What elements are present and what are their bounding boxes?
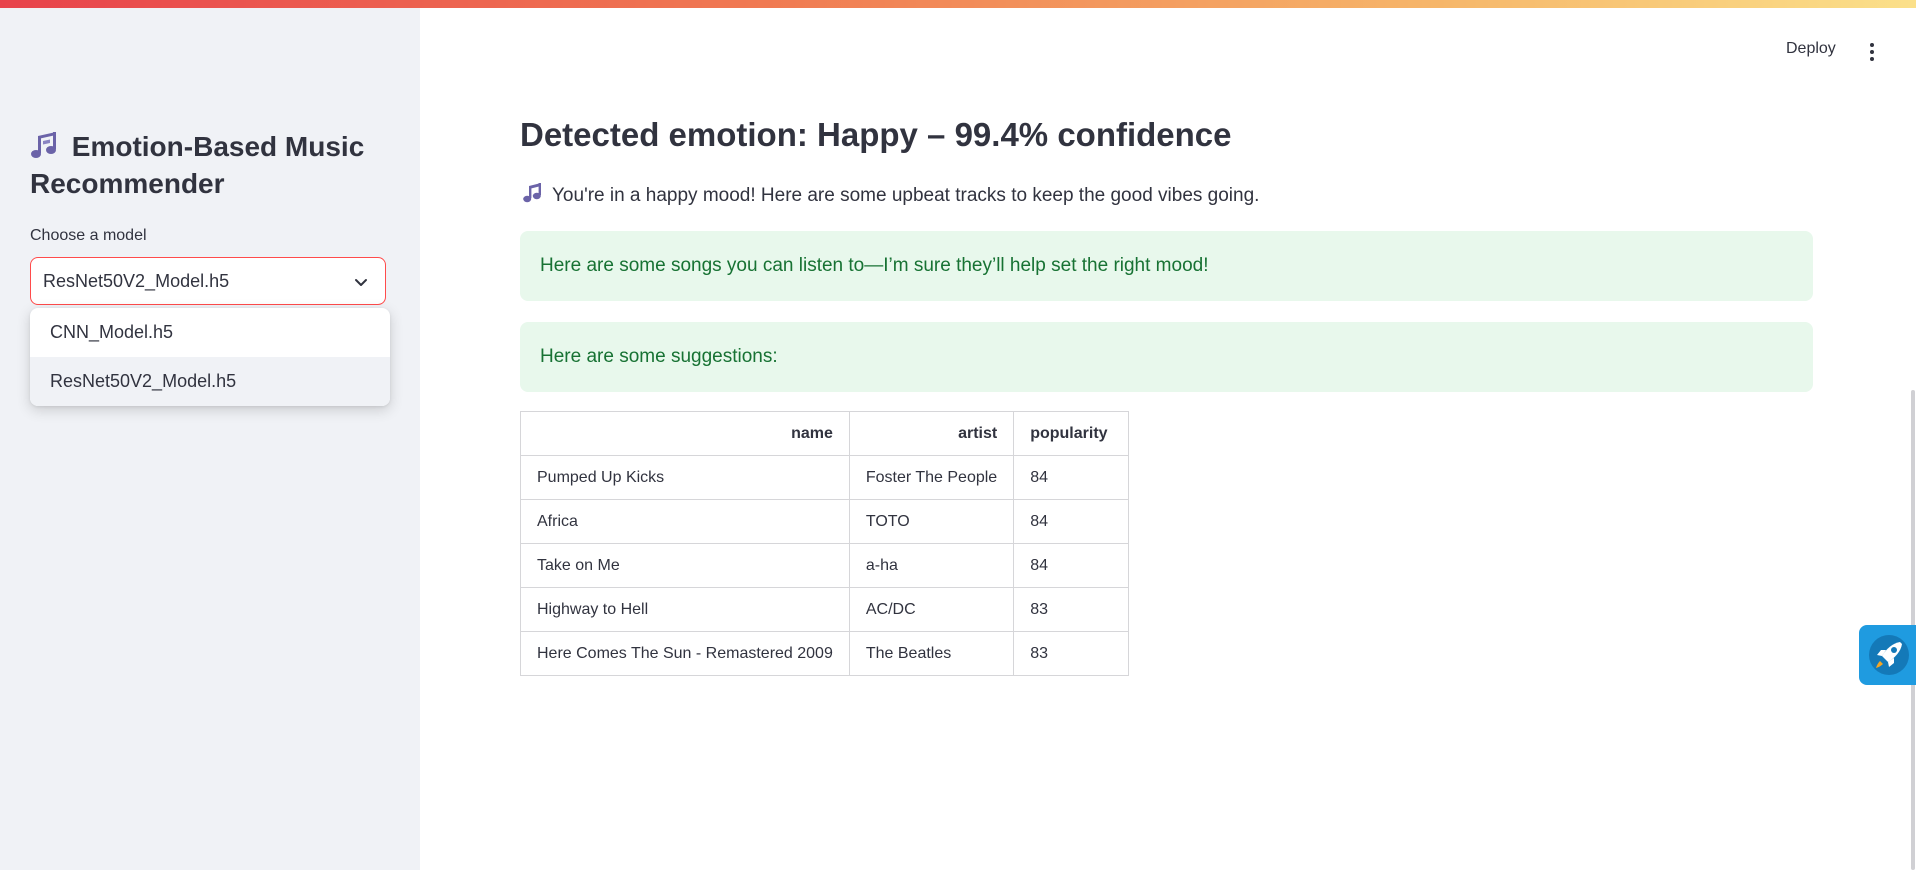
song-artist-cell: TOTO — [848, 499, 1015, 544]
song-popularity-cell: 83 — [1013, 631, 1130, 676]
table-row: Highway to Hell AC/DC 83 — [520, 587, 1130, 632]
song-name-cell: Highway to Hell — [520, 587, 850, 632]
song-artist-cell: Foster The People — [848, 455, 1015, 500]
success-alert-songs-text: Here are some songs you can listen to—I’… — [540, 255, 1209, 276]
model-option-resnet50v2[interactable]: ResNet50V2_Model.h5 — [30, 357, 390, 406]
column-header-artist[interactable]: artist — [848, 411, 1015, 456]
music-notes-icon — [31, 132, 56, 158]
mood-message: You're in a happy mood! Here are some up… — [522, 182, 1259, 207]
success-alert-songs: Here are some songs you can listen to—I’… — [520, 231, 1813, 301]
song-name-cell: Here Comes The Sun - Remastered 2009 — [520, 631, 850, 676]
sidebar: Emotion-Based Music Recommender Choose a… — [0, 0, 420, 870]
model-select-label: Choose a model — [30, 227, 147, 244]
emotion-heading: Detected emotion: Happy – 99.4% confiden… — [520, 116, 1232, 153]
kebab-menu-icon[interactable] — [1866, 42, 1878, 62]
success-alert-suggestions-text: Here are some suggestions: — [540, 346, 778, 367]
success-alert-suggestions: Here are some suggestions: — [520, 322, 1813, 392]
rocket-icon — [1869, 635, 1909, 675]
sidebar-title-text: Emotion-Based Music Recommender — [30, 131, 365, 199]
deploy-button[interactable]: Deploy — [1786, 40, 1836, 58]
chevron-down-icon — [355, 279, 367, 286]
table-row: Pumped Up Kicks Foster The People 84 — [520, 455, 1130, 500]
song-popularity-cell: 84 — [1013, 543, 1130, 588]
model-select[interactable]: ResNet50V2_Model.h5 — [30, 257, 386, 305]
song-popularity-cell: 84 — [1013, 499, 1130, 544]
song-name-cell: Take on Me — [520, 543, 850, 588]
mood-text: You're in a happy mood! Here are some up… — [552, 185, 1260, 206]
column-header-popularity[interactable]: popularity — [1013, 411, 1130, 456]
music-note-icon — [523, 183, 541, 203]
column-header-name[interactable]: name — [520, 411, 850, 456]
song-popularity-cell: 84 — [1013, 455, 1130, 500]
rocket-launcher-button[interactable] — [1859, 625, 1916, 685]
top-decoration-bar — [0, 0, 1916, 8]
songs-table: name artist popularity Pumped Up Kicks F… — [520, 411, 1130, 676]
model-select-value: ResNet50V2_Model.h5 — [43, 270, 230, 291]
song-name-cell: Pumped Up Kicks — [520, 455, 850, 500]
model-dropdown-menu: CNN_Model.h5 ResNet50V2_Model.h5 — [30, 308, 390, 406]
song-artist-cell: a-ha — [848, 543, 1015, 588]
song-artist-cell: The Beatles — [848, 631, 1015, 676]
table-header-row: name artist popularity — [520, 411, 1130, 456]
song-artist-cell: AC/DC — [848, 587, 1015, 632]
song-name-cell: Africa — [520, 499, 850, 544]
sidebar-title: Emotion-Based Music Recommender — [30, 128, 390, 202]
table-row: Take on Me a-ha 84 — [520, 543, 1130, 588]
song-popularity-cell: 83 — [1013, 587, 1130, 632]
table-row: Here Comes The Sun - Remastered 2009 The… — [520, 631, 1130, 676]
model-option-cnn[interactable]: CNN_Model.h5 — [30, 308, 390, 357]
table-row: Africa TOTO 84 — [520, 499, 1130, 544]
